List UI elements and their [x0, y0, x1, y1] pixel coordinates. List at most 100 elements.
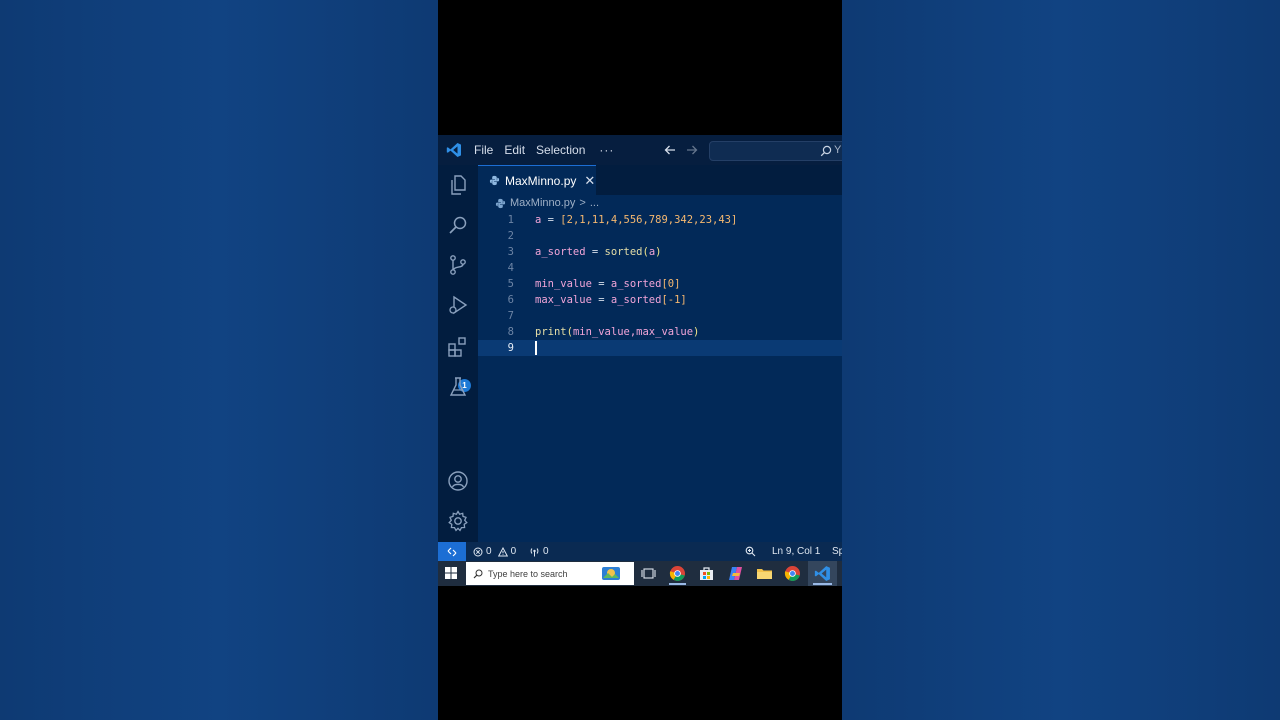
token-operator: = [541, 214, 561, 226]
store-icon[interactable] [698, 565, 715, 582]
gear-icon[interactable] [446, 509, 470, 533]
line-number: 5 [507, 278, 514, 290]
line-number: 8 [507, 326, 514, 338]
text-cursor [535, 341, 537, 355]
code-line: 4 [478, 260, 842, 276]
vscode-logo-icon [446, 143, 461, 157]
token-paren: ) [655, 246, 662, 258]
token-variable: min_value [535, 278, 592, 290]
editor-tab-bar: MaxMinno.py ✕ [478, 165, 842, 195]
zoom-icon[interactable] [745, 546, 756, 557]
chrome-icon[interactable] [669, 565, 686, 582]
code-text: a = [2,1,11,4,556,789,342,23,43] [535, 212, 737, 228]
source-control-icon[interactable] [446, 253, 470, 277]
title-bar: File Edit Selection ··· Y [438, 135, 842, 165]
line-number: 7 [507, 310, 514, 322]
remote-icon [447, 547, 457, 556]
problems-indicator[interactable]: 0 0 [473, 542, 516, 561]
taskbar-search-box[interactable]: Type here to search [466, 562, 634, 585]
token-arguments: min_value,max_value [572, 326, 694, 338]
ports-count: 0 [543, 546, 549, 557]
vscode-taskbar-button[interactable] [808, 561, 837, 586]
arrow-right-icon[interactable] [684, 142, 700, 158]
line-number: 1 [507, 214, 514, 226]
token-operator: = [591, 278, 611, 290]
testing-flask-icon[interactable] [446, 375, 470, 399]
menu-more[interactable]: ··· [599, 143, 614, 157]
token-reference: a_sorted [610, 278, 662, 290]
search-icon [473, 569, 483, 578]
active-app-indicator [669, 583, 686, 585]
explorer-icon[interactable] [446, 173, 470, 197]
code-text: print(min_value,max_value) [535, 324, 699, 340]
active-app-indicator [813, 583, 832, 585]
menu-selection[interactable]: Selection [536, 143, 585, 157]
code-line: 6 max_value = a_sorted[-1] [478, 292, 842, 308]
menu-edit[interactable]: Edit [504, 143, 525, 157]
extensions-icon[interactable] [446, 335, 470, 359]
command-center-search[interactable]: Y [709, 141, 842, 161]
broadcast-icon [530, 547, 539, 556]
warning-icon [497, 546, 508, 556]
code-text: max_value = a_sorted[-1] [535, 292, 687, 308]
token-paren: ) [693, 326, 700, 338]
search-highlight-icon [602, 567, 620, 580]
right-background [842, 0, 1280, 720]
left-background [0, 0, 438, 720]
menu-file[interactable]: File [474, 143, 493, 157]
tab-close-button[interactable]: ✕ [584, 173, 595, 189]
warning-count: 0 [510, 546, 517, 557]
breadcrumb: MaxMinno.py > ... [495, 195, 599, 211]
error-count: 0 [486, 546, 492, 557]
token-function: sorted [604, 246, 643, 258]
account-icon[interactable] [446, 469, 470, 493]
run-debug-icon[interactable] [446, 293, 470, 317]
token-index: [0] [661, 278, 681, 290]
code-text: min_value = a_sorted[0] [535, 276, 680, 292]
activity-bar: 1 [438, 165, 478, 542]
code-line: 8 print(min_value,max_value) [478, 324, 842, 340]
vscode-icon [814, 566, 830, 581]
code-text: a_sorted = sorted(a) [535, 244, 661, 260]
line-number: 9 [507, 342, 514, 354]
tab-label: MaxMinno.py [505, 173, 577, 188]
breadcrumb-separator: > [579, 197, 586, 209]
token-variable: a_sorted [535, 246, 586, 258]
token-reference: a_sorted [610, 294, 662, 306]
token-function: print [535, 326, 567, 338]
status-bar: 0 0 0 Ln 9, Col 1 Sp [438, 542, 842, 561]
code-line: 2 [478, 228, 842, 244]
task-view-icon[interactable] [640, 565, 657, 582]
code-line-active: 9 [478, 340, 842, 356]
video-frame: File Edit Selection ··· Y 1 MaxMinno.py … [438, 0, 842, 720]
code-line: 5 min_value = a_sorted[0] [478, 276, 842, 292]
tab-maxminno-py[interactable]: MaxMinno.py ✕ [478, 165, 596, 195]
remote-indicator[interactable] [438, 542, 466, 561]
search-icon [820, 145, 832, 157]
search-text-stub: Y [834, 144, 842, 156]
menu-bar: File Edit Selection ··· [474, 135, 614, 165]
cursor-position[interactable]: Ln 9, Col 1 [772, 542, 820, 561]
windows-start-icon[interactable] [445, 567, 457, 579]
ports-indicator[interactable]: 0 [529, 542, 549, 561]
copilot-icon[interactable] [727, 565, 744, 582]
code-editor[interactable]: 1 a = [2,1,11,4,556,789,342,23,43] 2 3 a… [478, 212, 842, 542]
file-explorer-icon[interactable] [756, 565, 773, 582]
breadcrumb-more[interactable]: ... [590, 197, 599, 209]
token-operator: = [585, 246, 605, 258]
token-operator: = [591, 294, 611, 306]
search-icon[interactable] [446, 213, 470, 237]
python-file-icon [489, 175, 500, 186]
taskbar-search-placeholder: Type here to search [488, 568, 568, 579]
code-line: 7 [478, 308, 842, 324]
indentation-indicator[interactable]: Sp [832, 542, 842, 561]
chrome-icon[interactable] [784, 565, 801, 582]
windows-taskbar: Type here to search [438, 561, 842, 586]
arrow-left-icon[interactable] [662, 142, 678, 158]
token-index: [-1] [661, 294, 687, 306]
line-number: 6 [507, 294, 514, 306]
line-number: 3 [507, 246, 514, 258]
token-list: [2,1,11,4,556,789,342,23,43] [560, 214, 738, 226]
vscode-window: File Edit Selection ··· Y 1 MaxMinno.py … [438, 135, 842, 561]
breadcrumb-file[interactable]: MaxMinno.py [510, 197, 575, 209]
